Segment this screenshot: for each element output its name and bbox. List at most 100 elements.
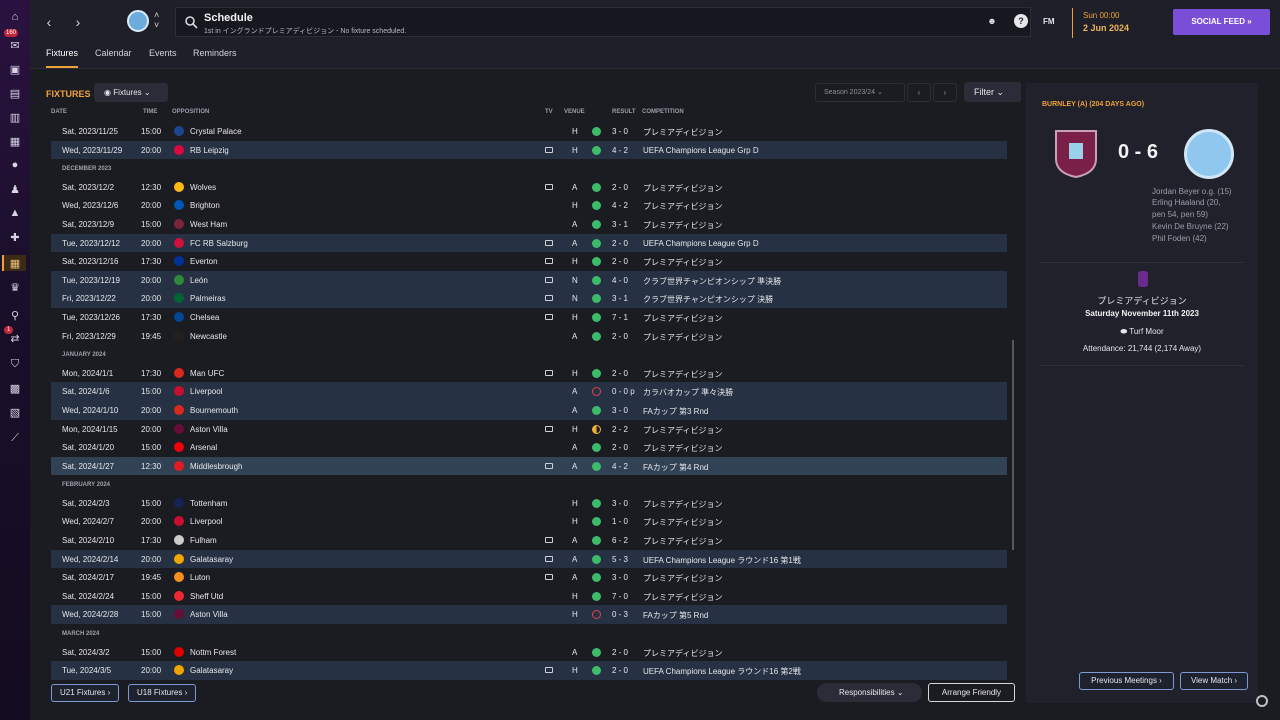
col-date[interactable]: DATE bbox=[51, 109, 67, 115]
fixture-row[interactable]: Fri, 2023/12/22 20:00 Palmeiras N 3 - 1 クラブ世界… bbox=[51, 289, 1007, 308]
fixture-row[interactable]: Wed, 2024/2/7 20:00 Liverpool H 1 - 0 プレミアディビ… bbox=[51, 512, 1007, 531]
fm-menu-button[interactable]: FM bbox=[1043, 17, 1055, 26]
fixture-opposition[interactable]: Aston Villa bbox=[190, 610, 228, 619]
club-vision-icon[interactable]: ⛉ bbox=[7, 356, 23, 372]
club-switch-icon[interactable]: ˄ ˅ bbox=[154, 10, 159, 30]
arrange-friendly-button[interactable]: Arrange Friendly bbox=[928, 683, 1015, 702]
fixture-opposition[interactable]: Sheff Utd bbox=[190, 592, 223, 601]
settings-icon[interactable] bbox=[1256, 695, 1268, 707]
finances-icon[interactable]: ▩ bbox=[7, 380, 23, 396]
fixture-opposition[interactable]: Liverpool bbox=[190, 387, 222, 396]
previous-meetings-button[interactable]: Previous Meetings › bbox=[1079, 672, 1174, 690]
help-icon[interactable]: ? bbox=[1014, 14, 1028, 28]
back-button[interactable]: ‹ bbox=[40, 13, 58, 31]
fixture-row[interactable]: Wed, 2023/11/29 20:00 RB Leipzig H 4 - 2 UEFA… bbox=[51, 140, 1007, 160]
fixture-row[interactable]: Wed, 2024/2/28 15:00 Aston Villa H 0 - 3 FAカッ… bbox=[51, 605, 1007, 625]
fixture-opposition[interactable]: Tottenham bbox=[190, 499, 227, 508]
fixture-opposition[interactable]: FC RB Salzburg bbox=[190, 239, 248, 248]
fixture-row[interactable]: Sat, 2024/3/2 15:00 Nottm Forest A 2 - 0 プレミア… bbox=[51, 643, 1007, 662]
view-match-button[interactable]: View Match › bbox=[1180, 672, 1248, 690]
home-icon[interactable]: ⌂ bbox=[7, 9, 23, 25]
fixture-row[interactable]: Sat, 2024/1/27 12:30 Middlesbrough A 4 - 2 FA… bbox=[51, 456, 1007, 476]
fixture-opposition[interactable]: Aston Villa bbox=[190, 425, 228, 434]
fixture-row[interactable]: Sat, 2024/2/17 19:45 Luton A 3 - 0 プレミアディビジョン bbox=[51, 568, 1007, 587]
fixture-row[interactable]: Sat, 2024/2/10 17:30 Fulham A 6 - 2 プレミアディビジョ… bbox=[51, 531, 1007, 550]
trophy-icon[interactable]: ♛ bbox=[7, 279, 23, 295]
fixture-opposition[interactable]: Everton bbox=[190, 257, 218, 266]
fixture-row[interactable]: Sat, 2023/12/2 12:30 Wolves A 2 - 0 プレミアディビジョ… bbox=[51, 178, 1007, 197]
col-tv[interactable]: TV bbox=[545, 109, 553, 115]
tab-reminders[interactable]: Reminders bbox=[193, 48, 237, 66]
fixture-opposition[interactable]: Fulham bbox=[190, 536, 217, 545]
fixture-row[interactable]: Sat, 2023/12/16 17:30 Everton H 2 - 0 プレミアディビ… bbox=[51, 252, 1007, 271]
fixture-opposition[interactable]: RB Leipzig bbox=[190, 146, 229, 155]
ball-icon[interactable]: ● bbox=[7, 157, 23, 173]
fixture-row[interactable]: Sat, 2024/2/3 15:00 Tottenham H 3 - 0 プレミアディビ… bbox=[51, 494, 1007, 513]
staff-icon[interactable]: ♟ bbox=[7, 181, 23, 197]
next-season-button[interactable]: › bbox=[933, 83, 957, 102]
fixture-row[interactable]: Wed, 2023/12/6 20:00 Brighton H 4 - 2 プレミアディビ… bbox=[51, 196, 1007, 215]
fixture-opposition[interactable]: Crystal Palace bbox=[190, 127, 242, 136]
fixture-opposition[interactable]: Liverpool bbox=[190, 517, 222, 526]
fixture-opposition[interactable]: Nottm Forest bbox=[190, 648, 236, 657]
tab-calendar[interactable]: Calendar bbox=[95, 48, 132, 66]
fixture-row[interactable]: Sat, 2023/11/25 15:00 Crystal Palace H 3 - 0… bbox=[51, 122, 1007, 141]
col-opposition[interactable]: OPPOSITION bbox=[172, 109, 209, 115]
fixture-opposition[interactable]: Man UFC bbox=[190, 369, 224, 378]
fixture-row[interactable]: Mon, 2024/1/15 20:00 Aston Villa H 2 - 2 プレミア… bbox=[51, 420, 1007, 439]
col-venue[interactable]: VENUE bbox=[564, 109, 585, 115]
col-competition[interactable]: COMPETITION bbox=[642, 109, 684, 115]
fixture-opposition[interactable]: Chelsea bbox=[190, 313, 219, 322]
fixture-opposition[interactable]: Middlesbrough bbox=[190, 462, 242, 471]
schedule-icon[interactable]: ▦ bbox=[2, 255, 26, 271]
data-icon[interactable]: ▥ bbox=[7, 109, 23, 125]
fixture-opposition[interactable]: Arsenal bbox=[190, 443, 217, 452]
fixture-opposition[interactable]: West Ham bbox=[190, 220, 227, 229]
skull-icon[interactable]: ☻ bbox=[985, 14, 999, 28]
fixture-row[interactable]: Sat, 2024/1/20 15:00 Arsenal A 2 - 0 プレミアディビジ… bbox=[51, 438, 1007, 457]
fixtures-dropdown[interactable]: ◉ Fixtures ⌄ bbox=[94, 83, 168, 102]
report-icon[interactable]: ▦ bbox=[7, 133, 23, 149]
scouting-icon[interactable]: ⚲ bbox=[7, 307, 23, 323]
fixture-opposition[interactable]: Brighton bbox=[190, 201, 220, 210]
squad-icon[interactable]: ▣ bbox=[7, 61, 23, 77]
responsibilities-button[interactable]: Responsibilities ⌄ bbox=[817, 683, 922, 702]
inbox-icon[interactable]: ✉ bbox=[7, 37, 23, 53]
collapse-icon[interactable]: ⟋ bbox=[7, 430, 23, 446]
fixture-row[interactable]: Tue, 2024/3/5 20:00 Galatasaray H 2 - 0 UEFA … bbox=[51, 661, 1007, 680]
dev-centre-icon[interactable]: ▧ bbox=[7, 404, 23, 420]
prev-season-button[interactable]: ‹ bbox=[907, 83, 931, 102]
fixture-opposition[interactable]: Galatasaray bbox=[190, 666, 233, 675]
club-badge-icon[interactable] bbox=[127, 10, 149, 32]
tactics-icon[interactable]: ▤ bbox=[7, 85, 23, 101]
fixture-row[interactable]: Sat, 2024/1/6 15:00 Liverpool A 0 - 0 p カラバオカ… bbox=[51, 382, 1007, 401]
fixture-row[interactable]: Wed, 2024/2/14 20:00 Galatasaray A 5 - 3 UEFA… bbox=[51, 549, 1007, 569]
scrollbar[interactable] bbox=[1012, 340, 1014, 550]
burnley-crest-icon[interactable] bbox=[1054, 129, 1098, 179]
transfers-icon[interactable]: ⇄ bbox=[7, 330, 23, 346]
fixture-opposition[interactable]: Bournemouth bbox=[190, 406, 238, 415]
medical-icon[interactable]: ✚ bbox=[7, 229, 23, 245]
fixture-row[interactable]: Fri, 2023/12/29 19:45 Newcastle A 2 - 0 プレミアデ… bbox=[51, 327, 1007, 346]
tab-fixtures[interactable]: Fixtures bbox=[46, 48, 79, 68]
forward-button[interactable]: › bbox=[69, 13, 87, 31]
fixture-row[interactable]: Sat, 2024/2/24 15:00 Sheff Utd H 7 - 0 プレミアディ… bbox=[51, 587, 1007, 606]
col-time[interactable]: TIME bbox=[143, 109, 157, 115]
col-result[interactable]: RESULT bbox=[612, 109, 636, 115]
fixture-opposition[interactable]: Newcastle bbox=[190, 332, 227, 341]
fixture-row[interactable]: Mon, 2024/1/1 17:30 Man UFC H 2 - 0 プレミアディビジョ… bbox=[51, 364, 1007, 383]
fixture-opposition[interactable]: Wolves bbox=[190, 183, 216, 192]
search-icon[interactable] bbox=[184, 15, 198, 29]
fixture-row[interactable]: Wed, 2024/1/10 20:00 Bournemouth A 3 - 0 FAカッ… bbox=[51, 400, 1007, 420]
fixture-row[interactable]: Tue, 2023/12/12 20:00 FC RB Salzburg A 2 - 0… bbox=[51, 233, 1007, 253]
fixture-opposition[interactable]: Palmeiras bbox=[190, 294, 226, 303]
fixture-row[interactable]: Tue, 2023/12/26 17:30 Chelsea H 7 - 1 プレミアディビ… bbox=[51, 308, 1007, 327]
training-icon[interactable]: ▲ bbox=[7, 205, 23, 221]
u21-fixtures-button[interactable]: U21 Fixtures › bbox=[51, 684, 120, 702]
u18-fixtures-button[interactable]: U18 Fixtures › bbox=[128, 684, 197, 702]
fixture-opposition[interactable]: Galatasaray bbox=[190, 555, 233, 564]
filter-button[interactable]: Filter ⌄ bbox=[964, 82, 1021, 102]
season-select[interactable]: Season 2023/24 ⌄ bbox=[815, 83, 905, 102]
fixture-opposition[interactable]: León bbox=[190, 276, 208, 285]
fixture-row[interactable]: Sat, 2023/12/9 15:00 West Ham A 3 - 1 プレミアディビ… bbox=[51, 215, 1007, 234]
